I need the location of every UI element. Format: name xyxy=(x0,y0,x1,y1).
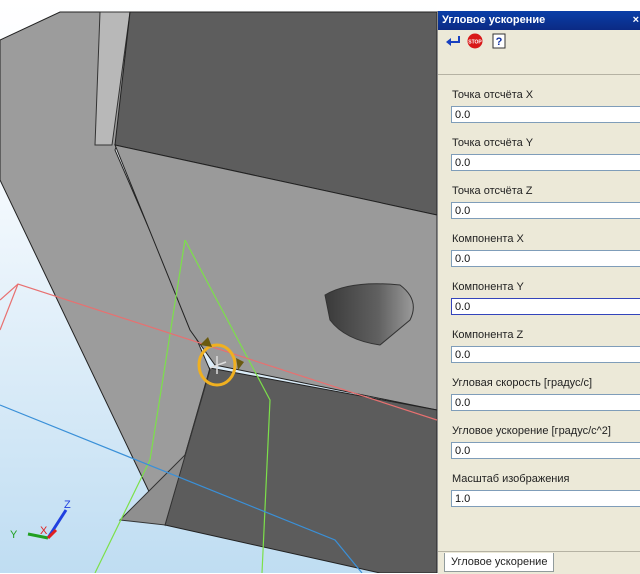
panel-titlebar: Угловое ускорение × xyxy=(438,11,640,30)
tab-strip: Угловое ускорение xyxy=(438,551,640,574)
component-y-input[interactable]: 0.0 xyxy=(451,298,640,315)
close-icon[interactable]: × xyxy=(633,11,639,30)
display-scale-label: Масштаб изображения xyxy=(452,473,570,485)
stop-icon[interactable]: STOP xyxy=(466,33,484,49)
axis-x-label: X xyxy=(40,525,48,537)
component-x-input[interactable]: 0.0 xyxy=(451,250,640,267)
3d-viewport[interactable]: Z Y X xyxy=(0,0,437,573)
origin-z-label: Точка отсчёта Z xyxy=(452,185,533,197)
origin-y-input[interactable]: 0.0 xyxy=(451,154,640,171)
origin-x-input[interactable]: 0.0 xyxy=(451,106,640,123)
apply-icon[interactable] xyxy=(444,33,462,49)
origin-x-label: Точка отсчёта X xyxy=(452,89,534,101)
help-icon[interactable]: ? xyxy=(490,33,508,49)
angular-acceleration-label: Угловое ускорение [градус/с^2] xyxy=(452,425,611,437)
panel-toolbar: STOP ? xyxy=(438,30,640,75)
svg-text:STOP: STOP xyxy=(468,40,482,46)
origin-z-input[interactable]: 0.0 xyxy=(451,202,640,219)
panel-title: Угловое ускорение xyxy=(442,14,546,26)
component-y-label: Компонента Y xyxy=(452,281,524,293)
origin-y-label: Точка отсчёта Y xyxy=(452,137,534,149)
axis-z-label: Z xyxy=(64,499,71,511)
tab-angular-acceleration[interactable]: Угловое ускорение xyxy=(444,553,555,572)
component-x-label: Компонента X xyxy=(452,233,524,245)
angular-acceleration-input[interactable]: 0.0 xyxy=(451,442,640,459)
component-z-label: Компонента Z xyxy=(452,329,524,341)
component-z-input[interactable]: 0.0 xyxy=(451,346,640,363)
svg-text:?: ? xyxy=(496,36,503,48)
display-scale-input[interactable]: 1.0 xyxy=(451,490,640,507)
properties-panel: Угловое ускорение × STOP ? Точка отсчёта… xyxy=(437,11,640,574)
angular-velocity-input[interactable]: 0.0 xyxy=(451,394,640,411)
angular-velocity-label: Угловая скорость [градус/с] xyxy=(452,377,593,389)
axis-y-label: Y xyxy=(10,529,18,541)
